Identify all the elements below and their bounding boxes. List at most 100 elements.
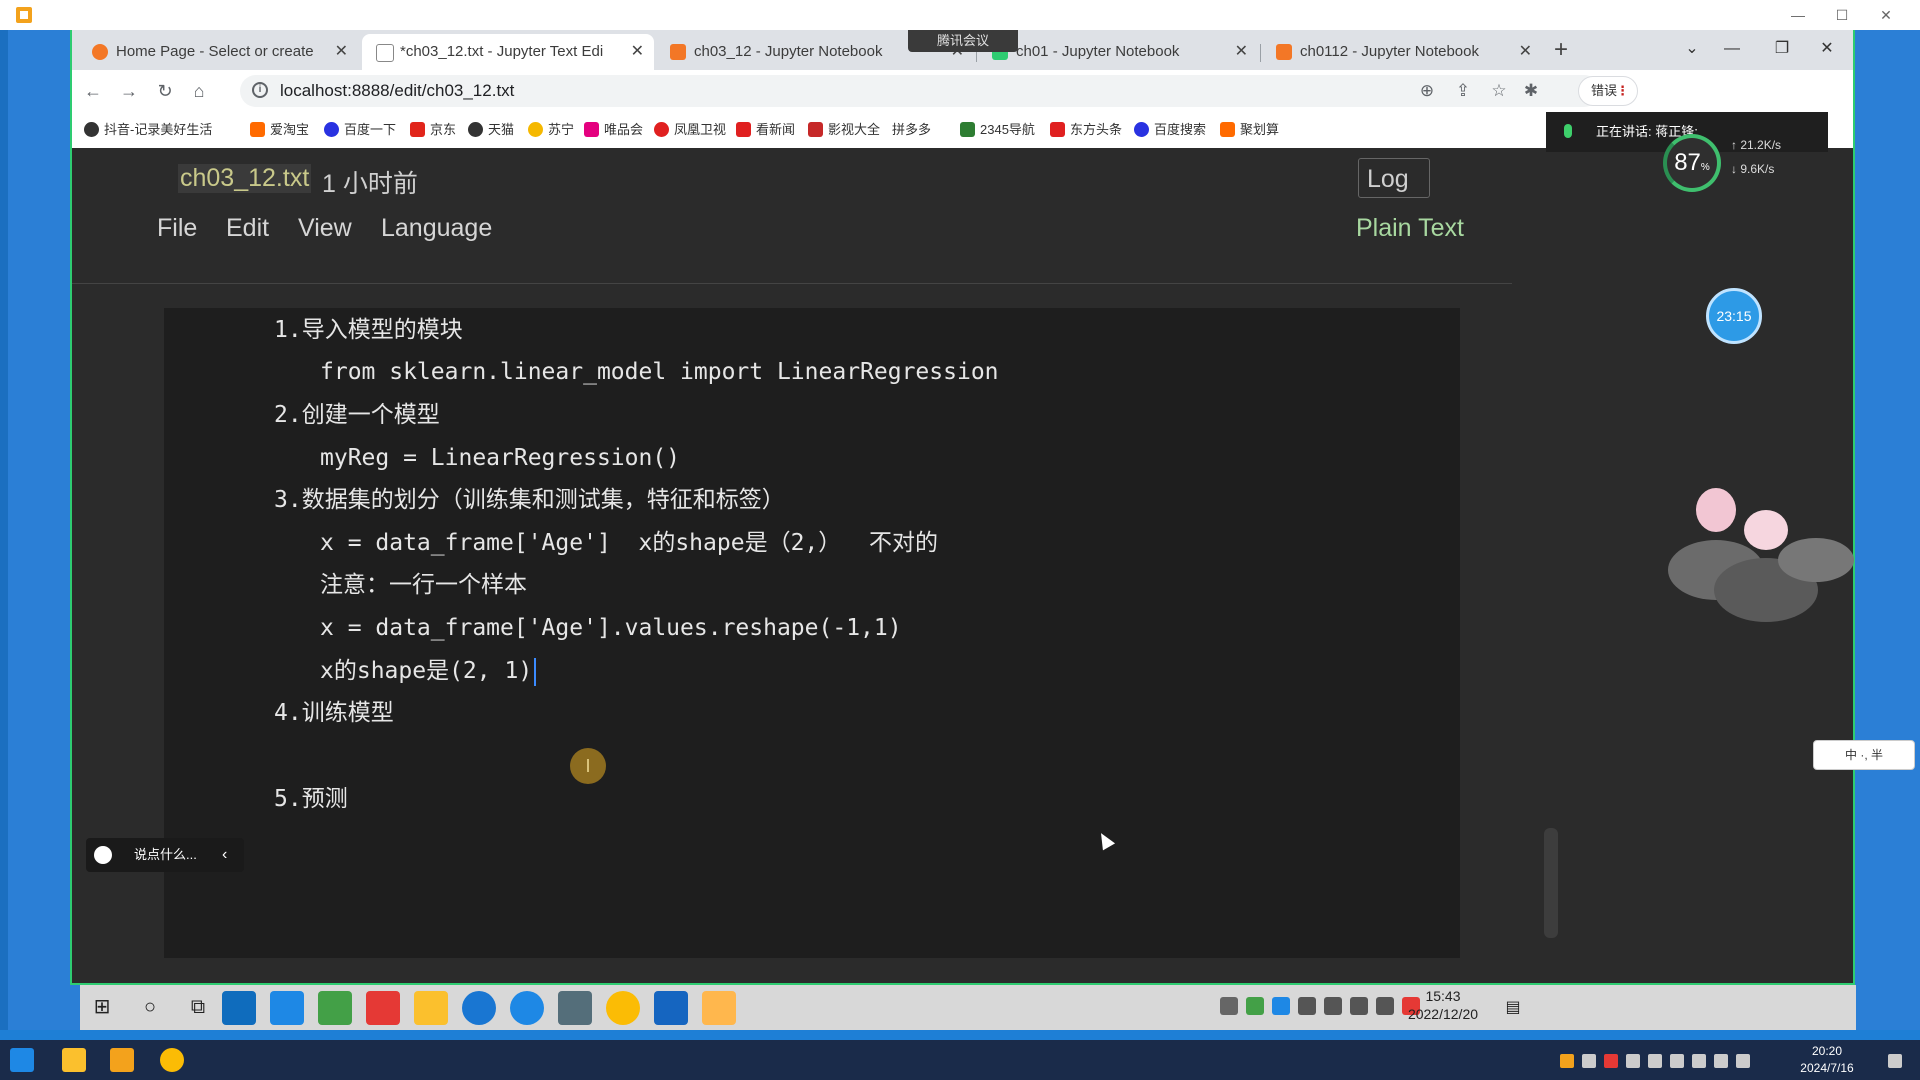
youdao-icon[interactable]	[366, 991, 400, 1025]
more-menu-icon[interactable]: ⋮	[1616, 77, 1629, 105]
bookmark-star-icon[interactable]: ☆	[1486, 78, 1512, 104]
outer-clock[interactable]: 20:20 2024/7/16	[1782, 1043, 1872, 1077]
folder-icon[interactable]	[414, 991, 448, 1025]
bookmark-item[interactable]: 影视大全	[808, 112, 880, 148]
wifi-icon[interactable]	[1324, 997, 1342, 1015]
file-name[interactable]: ch03_12.txt	[178, 164, 312, 193]
home-icon[interactable]: ⌂	[184, 76, 214, 106]
zoom-icon[interactable]: ⊕	[1414, 78, 1440, 104]
maximize-icon[interactable]: ☐	[1822, 4, 1862, 26]
bookmark-item[interactable]: 看新闻	[736, 112, 795, 148]
edge-icon[interactable]	[510, 991, 544, 1025]
address-bar[interactable]: i localhost:8888/edit/ch03_12.txt	[240, 75, 1600, 107]
outer-tray-icon[interactable]	[1582, 1054, 1596, 1068]
bookmark-item[interactable]: 2345导航	[960, 112, 1035, 148]
input-method-icon[interactable]	[1376, 997, 1394, 1015]
tab-text-editor[interactable]: *ch03_12.txt - Jupyter Text Edi ✕	[362, 34, 654, 70]
bookmark-item[interactable]: 东方头条	[1050, 112, 1122, 148]
chat-input[interactable]: 说点什么... ‹	[86, 838, 244, 872]
bookmark-item[interactable]: 天猫	[468, 112, 514, 148]
chrome-icon[interactable]	[606, 991, 640, 1025]
tray-security-icon[interactable]	[1272, 997, 1290, 1015]
tab-close-icon[interactable]: ✕	[1235, 34, 1248, 70]
share-icon[interactable]: ⇪	[1450, 78, 1476, 104]
editor-scrollbar[interactable]	[1544, 828, 1558, 938]
ime-toolbar[interactable]: 中 ·, 半	[1813, 740, 1915, 770]
bookmark-item[interactable]: 凤凰卫视	[654, 112, 726, 148]
inner-date: 2022/12/20	[1407, 1006, 1479, 1022]
menu-view[interactable]: View	[298, 214, 352, 243]
site-info-icon[interactable]: i	[252, 82, 268, 98]
photos-icon[interactable]	[654, 991, 688, 1025]
emoji-icon[interactable]	[94, 846, 112, 864]
outer-tray-icon[interactable]	[1670, 1054, 1684, 1068]
inner-clock[interactable]: 15:43 2022/12/20	[1398, 987, 1488, 1023]
close-icon[interactable]: ✕	[1866, 4, 1906, 26]
forward-icon[interactable]: →	[114, 76, 144, 106]
bookmark-item[interactable]: 抖音-记录美好生活	[84, 112, 212, 148]
bookmark-item[interactable]: 百度一下	[324, 112, 396, 148]
menu-file[interactable]: File	[157, 214, 197, 243]
outer-tray-icon[interactable]	[1736, 1054, 1750, 1068]
outer-tray-icon[interactable]	[1714, 1054, 1728, 1068]
menu-language[interactable]: Language	[381, 214, 492, 243]
search-icon[interactable]: ○	[132, 985, 168, 1030]
task-view-icon[interactable]: ⧉	[180, 985, 216, 1030]
tab-label: ch01 - Jupyter Notebook	[1016, 43, 1180, 60]
app-icon[interactable]	[702, 991, 736, 1025]
code-line: myReg = LinearRegression()	[320, 445, 681, 471]
outer-notification-icon[interactable]	[1888, 1054, 1902, 1068]
volume-icon[interactable]	[1298, 997, 1316, 1015]
bookmark-item[interactable]: 京东	[410, 112, 456, 148]
text-editor[interactable]: 1.导入模型的模块 from sklearn.linear_model impo…	[164, 308, 1558, 958]
bookmark-item[interactable]: 苏宁	[528, 112, 574, 148]
tab-search-icon[interactable]: ⌄	[1672, 34, 1712, 64]
store-icon[interactable]	[222, 991, 256, 1025]
tray-app-icon[interactable]	[1246, 997, 1264, 1015]
tab-close-icon[interactable]: ✕	[631, 34, 644, 70]
player-icon[interactable]	[318, 991, 352, 1025]
network-speed-widget: 87% ↑ 21.2K/s ↓ 9.6K/s	[1663, 130, 1823, 200]
logout-button[interactable]: Log	[1358, 158, 1430, 198]
code-line-with-cursor: x的shape是(2, 1)	[320, 656, 537, 686]
error-button[interactable]: 错误 ⋮	[1578, 76, 1638, 106]
browser-restore-icon[interactable]: ❐	[1762, 34, 1802, 64]
outer-tray-icon[interactable]	[1648, 1054, 1662, 1068]
tab-home[interactable]: Home Page - Select or create ✕	[78, 34, 358, 70]
outer-tray-icon[interactable]	[1692, 1054, 1706, 1068]
reload-icon[interactable]: ↻	[150, 76, 180, 106]
tab-notebook-ch01[interactable]: ch01 - Jupyter Notebook ✕	[978, 34, 1258, 70]
new-tab-button[interactable]: +	[1546, 34, 1576, 68]
outer-tray-icon[interactable]	[1560, 1054, 1574, 1068]
ie-icon[interactable]	[462, 991, 496, 1025]
browser-minimize-icon[interactable]: —	[1712, 34, 1752, 64]
browser-close-icon[interactable]: ✕	[1807, 34, 1847, 64]
notification-icon[interactable]: ▤	[1498, 985, 1528, 1030]
back-icon[interactable]: ←	[78, 76, 108, 106]
battery-icon[interactable]	[1350, 997, 1368, 1015]
tab-close-icon[interactable]: ✕	[1519, 34, 1532, 70]
bookmark-item[interactable]: 聚划算	[1220, 112, 1279, 148]
timer-badge[interactable]: 23:15	[1706, 288, 1762, 344]
outer-chrome-icon[interactable]	[160, 1048, 184, 1072]
outer-tray-icon[interactable]	[1604, 1054, 1618, 1068]
chevron-left-icon[interactable]: ‹	[222, 838, 227, 872]
bookmark-item[interactable]: 唯品会	[584, 112, 643, 148]
outer-player-icon[interactable]	[110, 1048, 134, 1072]
bookmark-item[interactable]: 拼多多	[892, 112, 931, 148]
tab-close-icon[interactable]: ✕	[335, 34, 348, 70]
bookmark-item[interactable]: 百度搜索	[1134, 112, 1206, 148]
start-icon[interactable]: ⊞	[84, 985, 120, 1030]
tab-notebook-ch0112[interactable]: ch0112 - Jupyter Notebook ✕	[1262, 34, 1542, 70]
extensions-icon[interactable]: ✱	[1518, 78, 1544, 104]
menu-edit[interactable]: Edit	[226, 214, 269, 243]
bookmark-item[interactable]: 爱淘宝	[250, 112, 309, 148]
minimize-icon[interactable]: —	[1778, 4, 1818, 26]
outer-tray-icon[interactable]	[1626, 1054, 1640, 1068]
outer-folder-icon[interactable]	[62, 1048, 86, 1072]
mail-icon[interactable]	[270, 991, 304, 1025]
tray-chevron-icon[interactable]	[1220, 997, 1238, 1015]
window-icon[interactable]	[558, 991, 592, 1025]
outer-start-icon[interactable]	[10, 1048, 34, 1072]
lotus-leaf	[1778, 538, 1854, 582]
